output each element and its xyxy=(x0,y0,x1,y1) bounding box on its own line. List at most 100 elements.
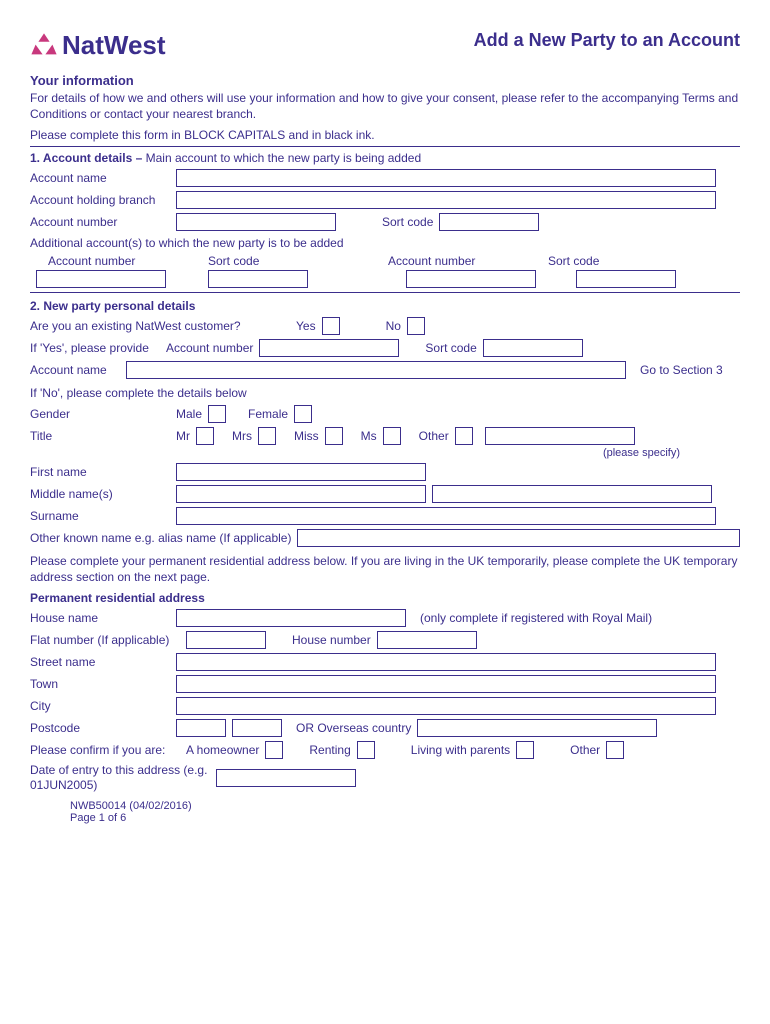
if-yes-row: If 'Yes', please provide Account number … xyxy=(30,339,740,357)
surname-label: Surname xyxy=(30,509,170,523)
surname-row: Surname xyxy=(30,507,740,525)
addl-acct-1-input[interactable] xyxy=(36,270,166,288)
existing-sort-input[interactable] xyxy=(483,339,583,357)
postcode-label: Postcode xyxy=(30,721,170,735)
middle-names-input-1[interactable] xyxy=(176,485,426,503)
first-name-label: First name xyxy=(30,465,170,479)
ms-checkbox[interactable] xyxy=(383,427,401,445)
house-number-label: House number xyxy=(292,633,371,647)
existing-q-label: Are you an existing NatWest customer? xyxy=(30,319,290,333)
sort-code-input[interactable] xyxy=(439,213,539,231)
house-name-row: House name (only complete if registered … xyxy=(30,609,740,627)
middle-names-input-2[interactable] xyxy=(432,485,712,503)
female-checkbox[interactable] xyxy=(294,405,312,423)
yes-checkbox[interactable] xyxy=(322,317,340,335)
holding-branch-input[interactable] xyxy=(176,191,716,209)
if-yes-label: If 'Yes', please provide xyxy=(30,341,160,355)
male-checkbox[interactable] xyxy=(208,405,226,423)
other-known-row: Other known name e.g. alias name (If app… xyxy=(30,529,740,547)
title-row: Title Mr Mrs Miss Ms Other xyxy=(30,427,740,445)
surname-input[interactable] xyxy=(176,507,716,525)
middle-names-label: Middle name(s) xyxy=(30,487,170,501)
yes-label: Yes xyxy=(296,319,316,333)
addl-sort-1-input[interactable] xyxy=(208,270,308,288)
house-name-input[interactable] xyxy=(176,609,406,627)
address-instruction: Please complete your permanent residenti… xyxy=(30,553,740,585)
overseas-label: OR Overseas country xyxy=(296,721,411,735)
first-name-input[interactable] xyxy=(176,463,426,481)
renting-label: Renting xyxy=(309,743,350,757)
other-title-input[interactable] xyxy=(485,427,635,445)
house-number-input[interactable] xyxy=(377,631,477,649)
no-label: No xyxy=(386,319,401,333)
date-entry-input[interactable] xyxy=(216,769,356,787)
addl-sort-2-input[interactable] xyxy=(576,270,676,288)
city-input[interactable] xyxy=(176,697,716,715)
account-number-label: Account number xyxy=(30,215,170,229)
existing-acct-input[interactable] xyxy=(259,339,399,357)
date-entry-row: Date of entry to this address (e.g. 01JU… xyxy=(30,763,740,792)
natwest-logo: NatWest xyxy=(30,30,166,61)
overseas-input[interactable] xyxy=(417,719,657,737)
holding-branch-row: Account holding branch xyxy=(30,191,740,209)
other-known-input[interactable] xyxy=(297,529,740,547)
other-known-label: Other known name e.g. alias name (If app… xyxy=(30,531,291,545)
gender-row: Gender Male Female xyxy=(30,405,740,423)
postcode-row: Postcode OR Overseas country xyxy=(30,719,740,737)
sort-code-label: Sort code xyxy=(382,215,433,229)
additional-accounts-text: Additional account(s) to which the new p… xyxy=(30,235,740,251)
mr-checkbox[interactable] xyxy=(196,427,214,445)
account-name-row: Account name xyxy=(30,169,740,187)
existing-sort-label: Sort code xyxy=(425,341,476,355)
section-1-sub: Main account to which the new party is b… xyxy=(146,151,422,165)
city-row: City xyxy=(30,697,740,715)
date-entry-label: Date of entry to this address (e.g. 01JU… xyxy=(30,763,210,792)
natwest-logo-icon xyxy=(30,32,58,60)
living-parents-checkbox[interactable] xyxy=(516,741,534,759)
town-input[interactable] xyxy=(176,675,716,693)
account-name-label: Account name xyxy=(30,171,170,185)
no-checkbox[interactable] xyxy=(407,317,425,335)
perm-addr-heading: Permanent residential address xyxy=(30,591,740,605)
housing-status-row: Please confirm if you are: A homeowner R… xyxy=(30,741,740,759)
existing-customer-row: Are you an existing NatWest customer? Ye… xyxy=(30,317,740,335)
holding-branch-label: Account holding branch xyxy=(30,193,170,207)
postcode-input-2[interactable] xyxy=(232,719,282,737)
female-label: Female xyxy=(248,407,288,421)
confirm-if-label: Please confirm if you are: xyxy=(30,743,180,757)
col-acct-1: Account number xyxy=(48,254,168,268)
renting-checkbox[interactable] xyxy=(357,741,375,759)
existing-acct-label: Account number xyxy=(166,341,253,355)
flat-number-row: Flat number (If applicable) House number xyxy=(30,631,740,649)
title-label: Title xyxy=(30,429,170,443)
male-label: Male xyxy=(176,407,202,421)
miss-label: Miss xyxy=(294,429,319,443)
flat-number-input[interactable] xyxy=(186,631,266,649)
other-title-checkbox[interactable] xyxy=(455,427,473,445)
form-page: NatWest Add a New Party to an Account Yo… xyxy=(0,0,770,1024)
col-acct-2: Account number xyxy=(388,254,508,268)
mrs-checkbox[interactable] xyxy=(258,427,276,445)
living-parents-label: Living with parents xyxy=(411,743,510,757)
col-sort-1: Sort code xyxy=(208,254,308,268)
divider-2 xyxy=(30,292,740,293)
first-name-row: First name xyxy=(30,463,740,481)
postcode-input-1[interactable] xyxy=(176,719,226,737)
block-capitals-instruction: Please complete this form in BLOCK CAPIT… xyxy=(30,128,740,142)
street-name-input[interactable] xyxy=(176,653,716,671)
account-number-input[interactable] xyxy=(176,213,336,231)
if-no-text: If 'No', please complete the details bel… xyxy=(30,385,740,401)
miss-checkbox[interactable] xyxy=(325,427,343,445)
existing-acct-name-input[interactable] xyxy=(126,361,626,379)
house-name-label: House name xyxy=(30,611,170,625)
homeowner-checkbox[interactable] xyxy=(265,741,283,759)
other-housing-checkbox[interactable] xyxy=(606,741,624,759)
divider xyxy=(30,146,740,147)
street-name-label: Street name xyxy=(30,655,170,669)
account-name-input[interactable] xyxy=(176,169,716,187)
form-ref: NWB50014 (04/02/2016) xyxy=(70,800,740,812)
other-housing-label: Other xyxy=(570,743,600,757)
street-name-row: Street name xyxy=(30,653,740,671)
city-label: City xyxy=(30,699,170,713)
addl-acct-2-input[interactable] xyxy=(406,270,536,288)
